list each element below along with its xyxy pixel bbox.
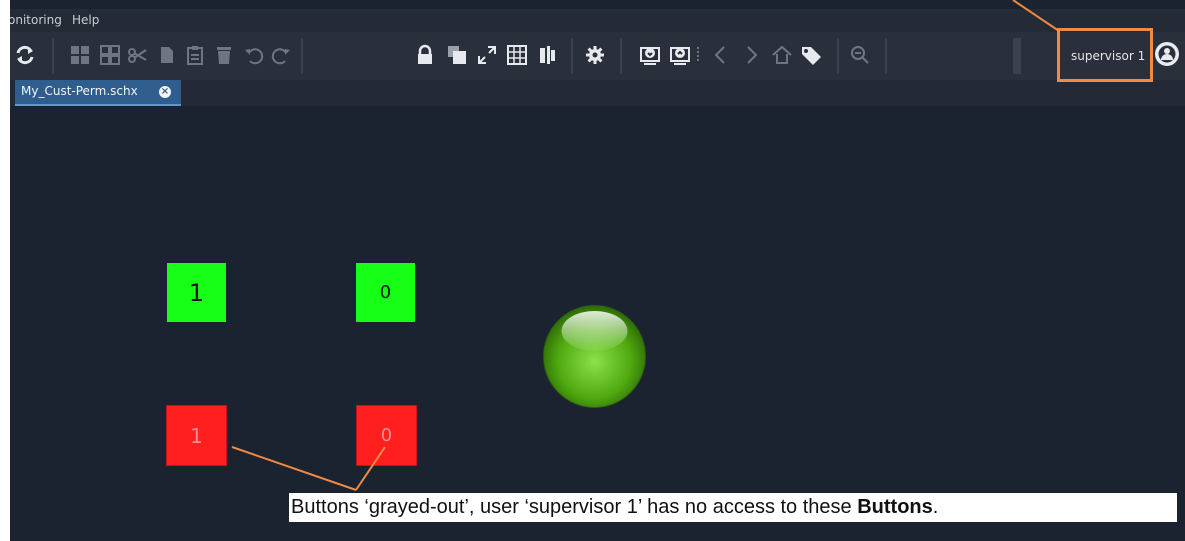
caption-end: . (932, 496, 939, 518)
caption-background-edge (1159, 493, 1177, 522)
caption-text: Buttons ‘grayed-out’, user ‘supervisor 1… (291, 496, 858, 518)
annotation-caption: Buttons ‘grayed-out’, user ‘supervisor 1… (291, 496, 938, 519)
caption-bold: Buttons (857, 496, 933, 518)
annotation-lines (231, 0, 1060, 491)
